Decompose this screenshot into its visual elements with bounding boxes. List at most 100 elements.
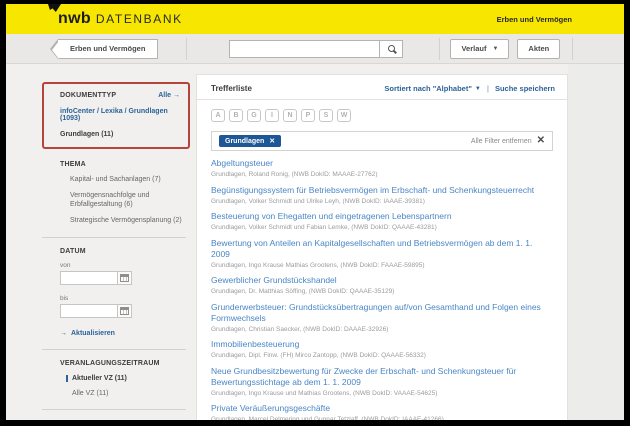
close-icon: ✕ (537, 136, 545, 146)
chevron-down-icon: ▼ (475, 86, 481, 92)
alle-link-label: Alle (158, 92, 171, 99)
aktualisieren-link[interactable]: → Aktualisieren (60, 330, 184, 337)
result-meta: Grundlagen, Volker Schmidt und Fabian Le… (211, 223, 553, 232)
date-from-input[interactable] (61, 275, 117, 282)
datum-heading: DATUM (60, 248, 184, 255)
search-icon (388, 45, 395, 52)
alphabet-letter-button[interactable]: B (229, 109, 243, 122)
verlauf-dropdown-button[interactable]: Verlauf ▼ (450, 39, 509, 59)
result-title-link[interactable]: Private Veräußerungsgeschäfte (211, 403, 541, 414)
result-item: Private Veräußerungsgeschäfte Grundlagen… (211, 403, 553, 420)
vz-filter-item-alle[interactable]: Alle VZ (11) (66, 390, 184, 397)
filter-chip-grundlagen[interactable]: Grundlagen ✕ (219, 135, 281, 147)
search-input[interactable] (229, 40, 379, 58)
main-area: DOKUMENTTYP Alle → infoCenter / Lexika /… (6, 64, 624, 420)
akten-button[interactable]: Akten (517, 39, 560, 59)
aktualisieren-label: Aktualisieren (71, 330, 115, 337)
alphabet-letter-button[interactable]: S (319, 109, 333, 122)
result-meta: Grundlagen, Ingo Krause Mathias Grootens… (211, 261, 553, 270)
result-title-link[interactable]: Immobilienbesteuerung (211, 339, 541, 350)
sidebar-divider (42, 409, 186, 410)
result-meta: Grundlagen, Roland Ronig, (NWB DokID: MA… (211, 170, 553, 179)
save-search-link[interactable]: Suche speichern (495, 84, 555, 93)
logo-text-primary: nwb (58, 10, 91, 28)
date-to-field (60, 304, 132, 318)
result-meta: Grundlagen, Marcel Delmering und Gunnar … (211, 415, 553, 420)
result-item: Immobilienbesteuerung Grundlagen, Dipl. … (211, 339, 553, 360)
back-breadcrumb-button[interactable]: Erben und Vermögen (58, 39, 158, 59)
result-title-link[interactable]: Bewertung von Anteilen an Kapitalgesells… (211, 238, 541, 260)
result-item: Neue Grundbesitzbewertung für Zwecke der… (211, 366, 553, 398)
date-to-calendar-button[interactable] (117, 305, 131, 317)
result-item: Bewertung von Anteilen an Kapitalgesells… (211, 238, 553, 270)
thema-filter-item[interactable]: Strategische Vermögensplanung (2) (70, 216, 188, 225)
alphabet-letter-button[interactable]: N (283, 109, 297, 122)
sidebar-divider (42, 349, 186, 350)
result-title-link[interactable]: Grunderwerbsteuer: Grundstücksübertragun… (211, 302, 541, 324)
dokumenttyp-current-filter[interactable]: Grundlagen (11) (60, 131, 180, 138)
toolbar-divider (439, 38, 440, 60)
result-title-link[interactable]: Neue Grundbesitzbewertung für Zwecke der… (211, 366, 541, 388)
dokumenttyp-highlight-box: DOKUMENTTYP Alle → infoCenter / Lexika /… (42, 82, 190, 149)
alphabet-letter-button[interactable]: A (211, 109, 225, 122)
chevron-down-icon: ▼ (492, 46, 498, 52)
result-title-link[interactable]: Besteuerung von Ehegatten und eingetrage… (211, 211, 541, 222)
module-context-label: Erben und Vermögen (497, 15, 572, 24)
clear-all-filters[interactable]: Alle Filter entfernen ✕ (471, 136, 545, 146)
calendar-icon (120, 274, 129, 282)
result-meta: Grundlagen, Volker Schmidt und Ulrike Le… (211, 197, 553, 206)
result-item: Grunderwerbsteuer: Grundstücksübertragun… (211, 302, 553, 334)
filter-sidebar: DOKUMENTTYP Alle → infoCenter / Lexika /… (6, 64, 196, 420)
alphabet-letter-button[interactable]: G (247, 109, 261, 122)
search-group (229, 40, 403, 58)
nwb-logo: nwb DATENBANK (58, 10, 183, 28)
dokumenttyp-alle-link[interactable]: Alle → (158, 92, 180, 99)
results-panel: Trefferliste Sortiert nach "Alphabet" ▼ … (196, 74, 568, 420)
sort-dropdown[interactable]: Sortiert nach "Alphabet" ▼ (384, 84, 481, 93)
alphabet-filter-row: A B G I N P S W (197, 100, 567, 122)
active-filter-bar: Grundlagen ✕ Alle Filter entfernen ✕ (211, 131, 553, 151)
datum-section: DATUM von bis → Aktualisieren (60, 248, 184, 337)
alphabet-letter-button[interactable]: P (301, 109, 315, 122)
sidebar-divider (42, 237, 186, 238)
verlauf-label: Verlauf (461, 44, 486, 53)
clear-filters-label: Alle Filter entfernen (471, 138, 532, 145)
result-title-link[interactable]: Gewerblicher Grundstückshandel (211, 275, 541, 286)
filter-chip-label: Grundlagen (225, 138, 264, 145)
result-meta: Grundlagen, Dipl. Finw. (FH) Mirco Zanto… (211, 351, 553, 360)
result-item: Begünstigungssystem für Betriebsvermögen… (211, 185, 553, 206)
alphabet-letter-button[interactable]: I (265, 109, 279, 122)
vz-filter-item-aktueller[interactable]: Aktueller VZ (11) (66, 375, 184, 382)
results-header: Trefferliste Sortiert nach "Alphabet" ▼ … (197, 75, 567, 100)
arrow-right-icon: → (60, 330, 67, 337)
result-meta: Grundlagen, Dr. Matthias Söffing, (NWB D… (211, 287, 553, 296)
toolbar: Erben und Vermögen Verlauf ▼ Akten (6, 34, 624, 64)
results-title: Trefferliste (211, 84, 252, 93)
result-title-link[interactable]: Begünstigungssystem für Betriebsvermögen… (211, 185, 541, 196)
thema-heading: THEMA (60, 161, 184, 168)
links-separator: | (487, 84, 489, 93)
dokumenttyp-heading: DOKUMENTTYP (60, 92, 116, 99)
nwb-datenbank-window: nwb DATENBANK Erben und Vermögen Erben u… (6, 4, 624, 420)
result-meta: Grundlagen, Ingo Krause und Mathias Groo… (211, 389, 553, 398)
thema-filter-item[interactable]: Vermögensnachfolge und Erbfallgestaltung… (70, 191, 188, 209)
date-from-label: von (60, 262, 184, 269)
close-icon[interactable]: ✕ (269, 138, 275, 145)
result-title-link[interactable]: Abgeltungsteuer (211, 158, 541, 169)
date-from-field (60, 271, 132, 285)
result-item: Gewerblicher Grundstückshandel Grundlage… (211, 275, 553, 296)
logo-text-secondary: DATENBANK (96, 12, 183, 26)
date-to-input[interactable] (61, 308, 117, 315)
search-button[interactable] (379, 40, 403, 58)
result-item: Abgeltungsteuer Grundlagen, Roland Ronig… (211, 158, 553, 179)
arrow-right-icon: → (173, 92, 180, 99)
toolbar-divider (572, 38, 573, 60)
alphabet-letter-button[interactable]: W (337, 109, 351, 122)
thema-section: THEMA Kapital- und Sachanlagen (7) Vermö… (60, 161, 184, 225)
result-item: Besteuerung von Ehegatten und eingetrage… (211, 211, 553, 232)
thema-filter-item[interactable]: Kapital- und Sachanlagen (7) (70, 175, 188, 184)
toolbar-divider (186, 38, 187, 60)
sort-label: Sortiert nach "Alphabet" (384, 84, 472, 93)
date-from-calendar-button[interactable] (117, 272, 131, 284)
dokumenttyp-breadcrumb-link[interactable]: infoCenter / Lexika / Grundlagen (1093) (60, 108, 180, 122)
